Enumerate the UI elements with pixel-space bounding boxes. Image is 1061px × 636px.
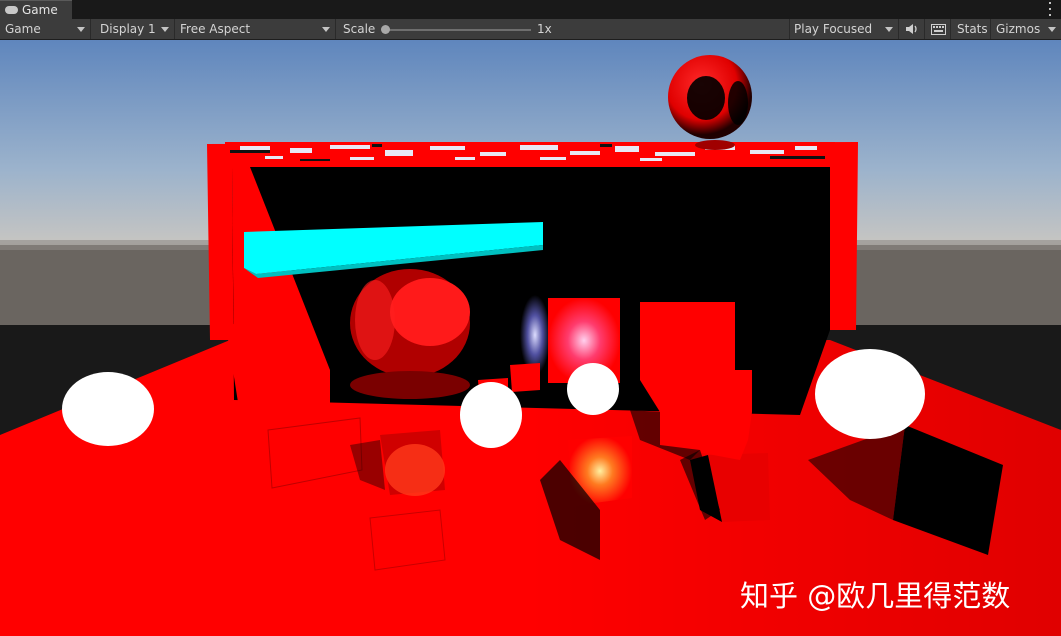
gamepad-icon xyxy=(5,6,18,14)
speaker-icon xyxy=(906,24,917,34)
keyboard-icon xyxy=(931,23,946,35)
view-mode-label: Game xyxy=(5,22,41,36)
white-sphere-left xyxy=(62,372,154,446)
play-mode-dropdown[interactable]: Play Focused xyxy=(789,19,899,39)
watermark-text: 知乎 @欧几里得范数 xyxy=(740,579,1011,613)
play-mode-label: Play Focused xyxy=(794,22,873,36)
tab-bar: Game xyxy=(0,0,1061,19)
keyboard-shortcuts-button[interactable] xyxy=(927,19,951,39)
chevron-down-icon xyxy=(322,27,330,32)
white-sphere-right xyxy=(815,349,925,439)
scale-value: 1x xyxy=(537,22,552,36)
display-dropdown[interactable]: Display 1 xyxy=(95,19,175,39)
scale-label: Scale xyxy=(343,22,376,36)
chevron-down-icon xyxy=(161,27,169,32)
aspect-label: Free Aspect xyxy=(180,22,251,36)
tab-game[interactable]: Game xyxy=(0,0,72,19)
white-sphere-small xyxy=(567,363,619,415)
floor-cube-2 xyxy=(369,509,446,571)
white-sphere-center xyxy=(460,382,522,448)
stats-label: Stats xyxy=(957,22,988,36)
mute-audio-button[interactable] xyxy=(901,19,925,39)
tab-game-label: Game xyxy=(22,3,58,17)
display-label: Display 1 xyxy=(100,22,156,36)
aspect-dropdown[interactable]: Free Aspect xyxy=(175,19,336,39)
view-mode-dropdown[interactable]: Game xyxy=(0,19,91,39)
scene-render xyxy=(0,40,1061,636)
stats-button[interactable]: Stats xyxy=(952,19,991,39)
more-options-icon[interactable] xyxy=(1048,2,1052,16)
gizmos-label: Gizmos xyxy=(996,22,1041,36)
scale-slider-handle[interactable] xyxy=(381,25,390,34)
chevron-down-icon xyxy=(1048,27,1056,32)
chevron-down-icon xyxy=(885,27,893,32)
scale-slider-track[interactable] xyxy=(385,29,531,31)
chevron-down-icon xyxy=(77,27,85,32)
game-viewport[interactable]: 知乎 @欧几里得范数 xyxy=(0,40,1061,636)
gizmos-dropdown[interactable]: Gizmos xyxy=(991,19,1061,39)
